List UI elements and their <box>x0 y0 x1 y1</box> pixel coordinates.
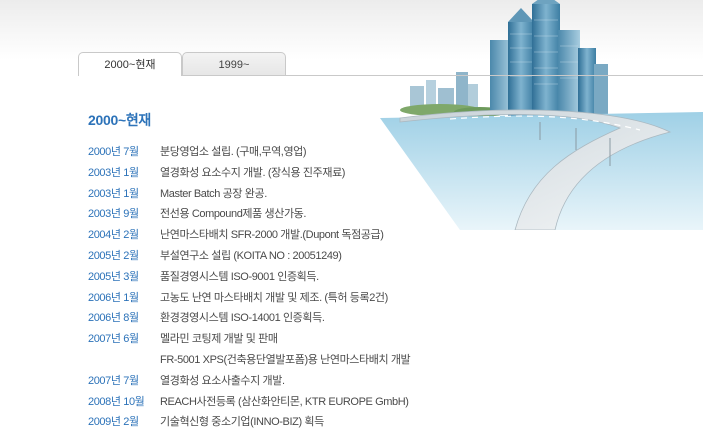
tab-1999[interactable]: 1999~ <box>182 52 286 76</box>
list-item: 2003년 1월 Master Batch 공장 완공. <box>88 184 508 205</box>
history-date: 2007년 6월 <box>88 333 139 346</box>
history-list: 2000년 7월 분당영업소 설립. (구매,무역,영업) 2003년 1월 열경화… <box>88 142 508 433</box>
history-date: 2006년 8월 <box>88 312 139 325</box>
history-desc: 멜라민 코팅제 개발 및 판매 <box>160 333 278 346</box>
list-item: 2009년 2월 기술혁신형 중소기업(INNO-BIZ) 획득 <box>88 412 508 433</box>
history-date: 2005년 3월 <box>88 270 139 283</box>
history-date: 2003년 1월 <box>88 187 139 200</box>
section-title: 2000~현재 <box>88 112 151 128</box>
history-desc: 부설연구소 설립 (KOITA NO : 20051249) <box>160 249 342 262</box>
history-desc: REACH사전등록 (삼산화안티몬, KTR EUROPE GmbH) <box>160 395 409 408</box>
history-date: 2006년 1월 <box>88 291 139 304</box>
list-item: 2005년 3월 품질경영시스템 ISO-9001 인증획득. <box>88 267 508 288</box>
history-date: 2003년 1월 <box>88 166 139 179</box>
list-item: 2005년 2월 부설연구소 설립 (KOITA NO : 20051249) <box>88 246 508 267</box>
history-desc: 환경경영시스템 ISO-14001 인증획득. <box>160 312 325 325</box>
history-desc: 열경화성 요소수지 개발. (장식용 진주재료) <box>160 166 346 179</box>
list-item: 2007년 7월 열경화성 요소사출수지 개발. <box>88 371 508 392</box>
history-desc: 분당영업소 설립. (구매,무역,영업) <box>160 146 307 158</box>
tab-2000-present[interactable]: 2000~현재 <box>78 52 182 76</box>
list-item: 2007년 6월 멜라민 코팅제 개발 및 판매 <box>88 329 508 350</box>
history-desc: 품질경영시스템 ISO-9001 인증획득. <box>160 270 319 283</box>
list-item: 2003년 9월 전선용 Compound제품 생산가동. <box>88 204 508 225</box>
history-date: 2007년 7월 <box>88 374 139 387</box>
list-item: 2006년 8월 환경경영시스템 ISO-14001 인증획득. <box>88 308 508 329</box>
history-tabs: 2000~현재 1999~ <box>78 52 286 76</box>
history-desc: 기술혁신형 중소기업(INNO-BIZ) 획득 <box>160 416 324 429</box>
history-desc: 전선용 Compound제품 생산가동. <box>160 208 307 221</box>
history-date: 2009년 2월 <box>88 416 139 429</box>
history-date: 2005년 2월 <box>88 249 139 262</box>
history-desc: Master Batch 공장 완공. <box>160 187 267 200</box>
history-desc: 난연마스타배치 SFR-2000 개발.(Dupont 독점공급) <box>160 229 384 242</box>
history-date: 2003년 9월 <box>88 208 139 221</box>
history-date: 2000년 7월 <box>88 146 139 158</box>
history-desc: FR-5001 XPS(건축용단열발포폼)용 난연마스타배치 개발 <box>160 353 411 366</box>
list-item: 0000년 0월FR-5001 XPS(건축용단열발포폼)용 난연마스타배치 개… <box>88 350 508 371</box>
history-date: 2004년 2월 <box>88 229 139 242</box>
history-desc: 고농도 난연 마스타배치 개발 및 제조. (특허 등록2건) <box>160 291 388 304</box>
list-item: 2006년 1월 고농도 난연 마스타배치 개발 및 제조. (특허 등록2건) <box>88 288 508 309</box>
list-item: 2008년 10월 REACH사전등록 (삼산화안티몬, KTR EUROPE G… <box>88 392 508 413</box>
list-item: 2000년 7월 분당영업소 설립. (구매,무역,영업) <box>88 142 508 163</box>
history-date: 2008년 10월 <box>88 395 145 408</box>
tab-divider <box>181 75 703 76</box>
history-desc: 열경화성 요소사출수지 개발. <box>160 374 285 387</box>
list-item: 2004년 2월 난연마스타배치 SFR-2000 개발.(Dupont 독점공급… <box>88 225 508 246</box>
list-item: 2003년 1월 열경화성 요소수지 개발. (장식용 진주재료) <box>88 163 508 184</box>
